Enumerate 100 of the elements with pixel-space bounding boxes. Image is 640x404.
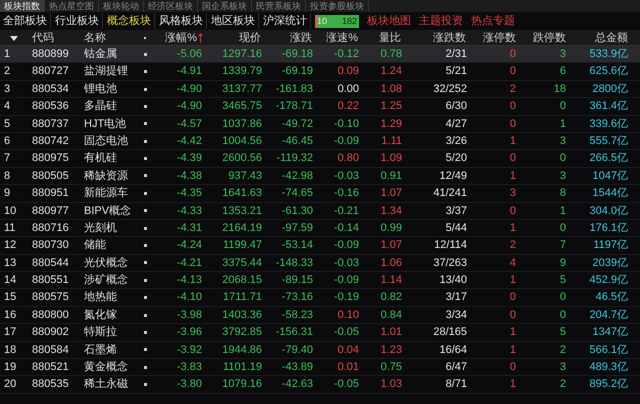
table-cell-text: 氮化镓	[83, 308, 118, 323]
table-cell-text: 2600.56	[221, 151, 263, 166]
table-cell-text: 13/40	[438, 273, 468, 288]
table-row[interactable]: 1 880899 钴金属 -5.06 1297.16 -69.18 -0.12 0.78 2/31 0 3 533.9亿	[0, 46, 640, 64]
table-cell-text: -69.19	[280, 64, 314, 80]
table-row[interactable]: 16 880800 氮化镓 -3.98 1403.36 -58.23 0.10 0.84 3/34 0 0 204.7亿	[0, 306, 640, 324]
table-cell-text: 0	[508, 308, 517, 323]
table-row[interactable]: 11 880716 光刻机 -4.31 2164.19 -97.59 -0.14 0.99 5/44 1 0 176.1亿	[0, 220, 640, 238]
table-cell-text: 2068.15	[221, 273, 263, 288]
topic-link[interactable]: 主题投资	[419, 12, 463, 30]
table-cell-text: 1199.47	[222, 238, 263, 254]
table-row[interactable]: 18 880584 石墨烯 -3.92 1944.86 -79.40 0.04 1.23 16/64 1 2 566.1亿	[0, 342, 640, 360]
row-number: 5	[3, 116, 12, 132]
table-cell-text: -4.91	[176, 64, 203, 80]
table-cell-text: -3.96	[176, 325, 203, 340]
column-header[interactable]: 涨速%	[316, 30, 362, 46]
table-cell-text: 固态电池	[83, 134, 129, 149]
category-tab[interactable]: 全部板块	[0, 13, 51, 29]
table-cell-text: 3465.75	[221, 99, 263, 114]
table-cell-text: 1.14	[380, 273, 403, 288]
table-cell-text: -74.65	[280, 186, 314, 202]
topic-link[interactable]: 板块地图	[367, 12, 411, 30]
table-cell-text: 光伏概念	[83, 256, 129, 271]
table-cell-text: 1347亿	[592, 325, 629, 340]
table-cell-text: -43.89	[280, 360, 314, 376]
table-row[interactable]: 13 880544 光伏概念 -4.21 3375.44 -148.33 -0.03 1.06 37/263 4 9 2039亿	[0, 254, 640, 272]
table-cell-text: 1	[558, 204, 567, 219]
table-cell-text: 1641.63	[221, 186, 263, 202]
row-number: 10	[3, 204, 18, 219]
column-header[interactable]: 量比	[362, 30, 405, 46]
table-cell-text: 304.0亿	[588, 204, 629, 219]
row-number: 4	[3, 99, 12, 114]
category-tab[interactable]: 行业板块	[52, 13, 103, 29]
category-tab[interactable]: 地区板块	[208, 13, 259, 29]
table-cell-text: 新能源车	[83, 186, 129, 202]
column-header[interactable]: 涨跌	[265, 30, 316, 46]
table-row[interactable]: 3 880534 锂电池 -4.90 3137.77 -161.83 0.00 1.08 32/252 2 18 2800亿	[0, 80, 640, 98]
table-cell-text: 1	[508, 377, 517, 392]
category-tab[interactable]: 沪深统计	[260, 13, 311, 29]
table-cell-text: -49.72	[280, 116, 314, 132]
table-cell-text: 3792.85	[221, 325, 263, 340]
table-cell-text: 0.10	[336, 308, 360, 323]
table-cell-text: 6/47	[444, 360, 468, 376]
table-cell-text: 1.07	[380, 238, 403, 254]
table-cell-text: 2	[508, 82, 517, 97]
table-row[interactable]: 17 880902 特斯拉 -3.96 3792.85 -156.31 -0.05 1.01 28/165 1 5 1347亿	[0, 324, 640, 342]
table-cell-text: 8	[558, 186, 567, 202]
table-row[interactable]: 4 880536 多晶硅 -4.90 3465.75 -178.71 0.22 1.25 6/30 0 0 361.4亿	[0, 98, 640, 116]
table-cell-text: 361.4亿	[588, 99, 629, 114]
table-row[interactable]: 5 880737 HJT电池 -4.57 1037.86 -49.72 -0.10 1.29 4/27 0 1 339.6亿	[0, 116, 640, 133]
table-cell-text: 18	[552, 82, 567, 97]
table-cell-text: 0.82	[380, 290, 403, 306]
table-cell-text: 3/34	[444, 308, 468, 323]
table-cell-text: -4.35	[176, 186, 203, 202]
table-cell-text: 1353.21	[221, 204, 263, 219]
column-header[interactable]: 现价	[205, 30, 265, 46]
topic-link[interactable]: 热点专题	[471, 12, 515, 30]
column-header[interactable]: 跌停数	[520, 30, 570, 46]
table-row[interactable]: 7 880975 有机硅 -4.39 2600.56 -119.32 0.80 1.09 5/20 0 0 266.5亿	[0, 150, 640, 168]
table-cell-text: -4.39	[176, 151, 203, 166]
table-cell-text: 2800亿	[592, 82, 629, 97]
table-row[interactable]: 2 880727 盐湖提锂 -4.91 1339.79 -69.19 0.09 1.24 5/21 0 6 625.6亿	[0, 63, 640, 81]
column-header[interactable]: 名称	[80, 30, 140, 46]
table-cell-text: 6/30	[444, 99, 468, 114]
table-cell-text: 1	[508, 325, 517, 340]
table-row[interactable]: 9 880951 新能源车 -4.35 1641.63 -74.65 -0.16 1.07 41/241 3 8 1544亿	[0, 185, 640, 203]
table-cell-text: 1.29	[380, 116, 403, 132]
table-row[interactable]: 12 880730 储能 -4.24 1199.47 -53.14 -0.09 1.07 12/114 2 7 1197亿	[0, 237, 640, 255]
column-header[interactable]: 涨跌数	[405, 30, 470, 46]
table-cell-text: 880521	[31, 360, 70, 376]
table-cell-text: -0.09	[332, 273, 360, 288]
column-header[interactable]: 涨幅%	[165, 30, 197, 46]
table-cell-text: 储能	[83, 238, 107, 254]
column-header[interactable]: 总金额	[570, 30, 632, 46]
table-cell-text: 880902	[31, 325, 70, 340]
table-row[interactable]: 14 880551 涉矿概念 -4.13 2068.15 -89.15 -0.09 1.14 13/40 1 5 452.9亿	[0, 272, 640, 290]
table-row[interactable]: 19 880521 黄金概念 -3.83 1101.19 -43.89 0.01 0.75 6/47 0 3 489.3亿	[0, 359, 640, 376]
category-tab[interactable]: 风格板块	[156, 13, 207, 29]
column-header[interactable]: 代码	[28, 30, 80, 46]
table-row[interactable]: 6 880742 固态电池 -4.42 1004.56 -46.45 -0.09 1.11 3/26 1 3 555.7亿	[0, 132, 640, 150]
column-header[interactable]: 涨停数	[470, 30, 520, 46]
table-cell-text: 566.1亿	[588, 342, 629, 358]
table-cell-text: 0	[558, 151, 567, 166]
table-cell-text: 555.7亿	[588, 134, 629, 149]
table-cell-text: 盐湖提锂	[83, 64, 129, 80]
table-row[interactable]: 20 880535 稀土永磁 -3.80 1079.16 -42.63 -0.05 1.03 8/71 1 2 895.2亿	[0, 376, 640, 394]
table-cell-text: -178.71	[274, 99, 314, 114]
dropdown-icon[interactable]	[10, 36, 18, 41]
table-cell-text: -119.32	[276, 151, 314, 166]
table-row[interactable]: 15 880575 地热能 -4.10 1711.71 -73.16 -0.19 0.82 3/17 0 0 46.5亿	[0, 289, 640, 307]
table-cell-text: 880536	[31, 99, 70, 114]
table-row[interactable]: 10 880977 BIPV概念 -4.33 1353.21 -61.30 -0.21 1.34 3/37 0 1 304.0亿	[0, 202, 640, 220]
table-cell-text: 880727	[31, 64, 70, 80]
top-tab[interactable]: 板块指数	[0, 0, 45, 12]
table-row[interactable]: 8 880505 稀缺资源 -4.38 937.43 -42.98 -0.03 0.91 12/49 1 3 1047亿	[0, 168, 640, 186]
category-tab[interactable]: 概念板块	[104, 13, 155, 29]
table-cell-text: 0.04	[336, 342, 360, 358]
table-cell-text: 1	[508, 273, 517, 288]
table-cell-text: 46.5亿	[594, 290, 629, 306]
table-cell-text: -3.92	[176, 342, 203, 358]
